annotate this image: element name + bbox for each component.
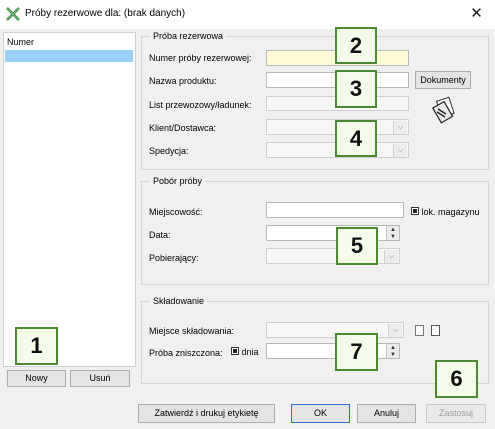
documents-button[interactable]: Dokumenty [415, 71, 471, 89]
waybill-label: List przewozowy/ładunek: [149, 100, 252, 110]
annotation-badge-5: 5 [336, 227, 378, 265]
new-document-icon[interactable] [431, 325, 440, 336]
destroyed-checkbox[interactable]: dnia [231, 347, 259, 357]
date-label: Data: [149, 230, 171, 240]
window-title: Próby rezerwowe dla: (brak danych) [25, 8, 186, 19]
product-name-label: Nazwa produktu: [149, 76, 217, 86]
annotation-badge-7: 7 [335, 333, 378, 371]
chevron-down-icon: ⌵ [393, 144, 407, 157]
spin-down-icon[interactable]: ▼ [387, 233, 399, 240]
client-supplier-label: Klient/Dostawca: [149, 123, 217, 133]
day-label: dnia [241, 347, 259, 357]
confirm-print-label-button[interactable]: Zatwierdź i drukuj etykietę [138, 404, 275, 423]
location-label: Miejscowość: [149, 207, 203, 217]
annotation-badge-1: 1 [15, 327, 58, 365]
list-column-header-number: Numer [7, 37, 35, 47]
shipping-label: Spedycja: [149, 146, 189, 156]
destroyed-date-spinner[interactable]: ▲ ▼ [386, 344, 399, 358]
destroyed-date-input[interactable]: ▲ ▼ [266, 343, 400, 359]
chevron-down-icon: ⌵ [388, 324, 402, 337]
close-icon: ✕ [470, 5, 483, 22]
annotation-badge-3: 3 [335, 70, 377, 108]
chevron-down-icon: ⌵ [393, 121, 407, 134]
checkbox-icon [231, 347, 239, 355]
excel-x-icon [6, 7, 20, 21]
group-storage-legend: Składowanie [153, 296, 205, 306]
annotation-badge-4: 4 [335, 120, 377, 157]
local-storage-label: lok. magazynu [421, 207, 480, 217]
ok-button[interactable]: OK [291, 404, 350, 423]
group-sample-legend: Próba rezerwowa [153, 31, 224, 41]
annotation-badge-2: 2 [335, 27, 377, 64]
date-input[interactable]: ▲ ▼ [266, 225, 400, 241]
title-bar: Próby rezerwowe dla: (brak danych) ✕ [0, 0, 495, 29]
location-input[interactable] [266, 202, 404, 218]
group-collection-legend: Pobór próby [153, 176, 203, 186]
checkbox-icon [411, 207, 419, 215]
annotation-badge-6: 6 [435, 360, 478, 398]
samples-list[interactable]: Numer [3, 32, 136, 367]
destroyed-label: Próba zniszczona: [149, 348, 223, 358]
date-spinner[interactable]: ▲ ▼ [386, 226, 399, 240]
list-item-selected[interactable] [5, 50, 133, 62]
cancel-button[interactable]: Anuluj [357, 404, 416, 423]
spin-down-icon[interactable]: ▼ [387, 351, 399, 358]
spin-up-icon[interactable]: ▲ [387, 226, 399, 233]
chevron-down-icon: ⌵ [384, 250, 398, 263]
documents-stack-icon[interactable] [430, 96, 460, 124]
local-storage-checkbox[interactable]: lok. magazynu [411, 207, 480, 217]
close-button[interactable]: ✕ [458, 0, 495, 29]
remove-button[interactable]: Usuń [70, 370, 130, 387]
collector-dropdown[interactable]: ⌵ [266, 248, 400, 264]
apply-button[interactable]: Zastosuj [426, 404, 486, 423]
new-button[interactable]: Nowy [7, 370, 66, 387]
sample-number-label: Numer próby rezerwowej: [149, 53, 252, 63]
collector-label: Pobierający: [149, 253, 199, 263]
document-lines-icon[interactable] [415, 325, 424, 336]
storage-place-label: Miejsce składowania: [149, 326, 235, 336]
spin-up-icon[interactable]: ▲ [387, 344, 399, 351]
